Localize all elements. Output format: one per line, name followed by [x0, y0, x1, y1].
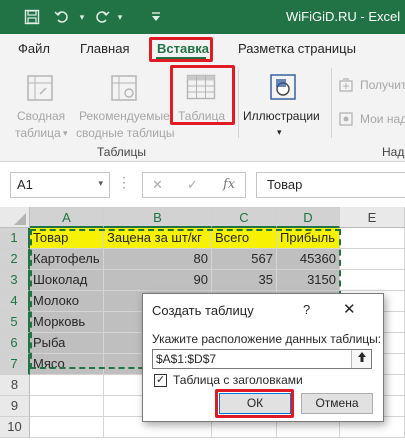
cell-d2[interactable]: 45360	[277, 249, 340, 270]
pivot-label-1: Сводная	[17, 109, 66, 123]
cell-c3[interactable]: 35	[212, 270, 277, 291]
row-header-3[interactable]: 3	[0, 270, 30, 291]
dialog-prompt: Укажите расположение данных таблицы:	[152, 332, 382, 346]
select-all-corner[interactable]	[0, 207, 30, 228]
recommended-pivot-icon	[110, 74, 138, 105]
name-box-dropdown-icon[interactable]: ▾	[98, 178, 103, 189]
my-addins-button[interactable]: Мои над	[338, 110, 405, 130]
cell-b3[interactable]: 90	[104, 270, 212, 291]
dialog-title: Создать таблицу	[152, 303, 254, 318]
dialog-close-icon[interactable]: ✕	[343, 300, 356, 318]
cell-b2[interactable]: 80	[104, 249, 212, 270]
window-title: WiFiGiD.RU - Excel	[286, 9, 401, 24]
create-table-dialog: Создать таблицу ? ✕ Укажите расположение…	[142, 293, 384, 422]
cell-b1[interactable]: Зацена за шт/кг	[104, 228, 212, 249]
cell-c2[interactable]: 567	[212, 249, 277, 270]
column-header-c[interactable]: C	[212, 207, 277, 228]
cell-d1[interactable]: Прибыль	[277, 228, 340, 249]
ribbon-insert: Сводная таблица ▾ Рекомендуемые сводные …	[0, 62, 405, 162]
cell-a9[interactable]	[30, 396, 104, 417]
illustrations-dropdown-icon: ▾	[277, 127, 282, 137]
cancel-button[interactable]: Отмена	[301, 393, 373, 414]
cell-a1[interactable]: Товар	[30, 228, 104, 249]
highlight-table-button	[170, 65, 235, 125]
dialog-help-icon[interactable]: ?	[303, 302, 310, 317]
redo-dropdown-icon[interactable]: ▾	[110, 7, 130, 27]
row-header-4[interactable]: 4	[0, 291, 30, 312]
cancel-formula-icon[interactable]: ✕	[152, 177, 163, 193]
enter-formula-icon[interactable]: ✓	[187, 177, 198, 193]
group-label-tables: Таблицы	[97, 145, 147, 159]
illustrations-label: Иллюстрации	[243, 109, 320, 123]
pivot-table-button[interactable]: Сводная таблица ▾	[8, 68, 70, 140]
cell-e2[interactable]	[340, 249, 405, 270]
headers-checkbox[interactable]: ✓	[154, 374, 167, 387]
save-icon[interactable]	[22, 7, 42, 27]
pivot-label-2: таблица	[15, 126, 61, 140]
row-header-5[interactable]: 5	[0, 312, 30, 333]
table-range-value: $A$1:$D$7	[156, 352, 217, 366]
row-header-6[interactable]: 6	[0, 333, 30, 354]
recommended-label-1: Рекомендуемые	[79, 109, 170, 123]
column-header-d[interactable]: D	[277, 207, 340, 228]
name-box[interactable]: A1 ▾	[10, 172, 110, 198]
formula-bar: A1 ▾ ⋮ ✕ ✓ fx Товар	[0, 163, 405, 207]
cell-e3[interactable]	[340, 270, 405, 291]
cell-c1[interactable]: Всего	[212, 228, 277, 249]
my-addins-label: Мои над	[360, 112, 405, 126]
illustrations-button[interactable]: Иллюстрации ▾	[240, 68, 326, 138]
collapse-dialog-icon[interactable]	[351, 350, 371, 368]
cell-a4[interactable]: Молоко	[30, 291, 104, 312]
undo-icon[interactable]	[52, 7, 72, 27]
insert-function-icon[interactable]: fx	[223, 177, 235, 192]
row-header-7[interactable]: 7	[0, 354, 30, 375]
tab-page-layout[interactable]: Разметка страницы	[238, 41, 356, 56]
table-range-input[interactable]: $A$1:$D$7	[152, 349, 372, 369]
cell-a8[interactable]	[30, 375, 104, 396]
my-addins-icon	[338, 111, 354, 130]
undo-dropdown-icon[interactable]: ▾	[72, 7, 92, 27]
tab-home[interactable]: Главная	[80, 41, 129, 56]
recommended-label-2: сводные таблицы	[76, 126, 175, 140]
column-header-e[interactable]: E	[340, 207, 405, 228]
cell-a5[interactable]: Морковь	[30, 312, 104, 333]
row-header-1[interactable]: 1	[0, 228, 30, 249]
headers-checkbox-label[interactable]: Таблица с заголовками	[173, 373, 303, 387]
column-header-a[interactable]: A	[30, 207, 104, 228]
formula-input[interactable]: Товар	[256, 172, 405, 198]
illustrations-icon	[268, 72, 298, 105]
title-bar: ▾ ▾ WiFiGiD.RU - Excel	[0, 0, 405, 34]
formula-bar-grip-icon[interactable]: ⋮	[117, 175, 131, 189]
customize-qat-icon[interactable]	[146, 7, 166, 27]
highlight-ok-button	[215, 389, 294, 418]
get-addins-button[interactable]: Получит	[338, 76, 405, 96]
get-addins-label: Получит	[360, 78, 405, 92]
name-box-value: A1	[17, 177, 33, 192]
ribbon-separator-2	[331, 68, 332, 138]
cell-d3[interactable]: 3150	[277, 270, 340, 291]
row-header-8[interactable]: 8	[0, 375, 30, 396]
ribbon-separator	[238, 68, 239, 138]
pivot-table-icon	[26, 74, 54, 105]
formula-buttons: ✕ ✓ fx	[142, 172, 246, 198]
row-header-10[interactable]: 10	[0, 417, 30, 438]
pivot-dropdown-icon: ▾	[63, 128, 68, 138]
highlight-insert-tab	[149, 37, 213, 62]
cell-a3[interactable]: Шоколад	[30, 270, 104, 291]
cell-a2[interactable]: Картофель	[30, 249, 104, 270]
store-icon	[338, 77, 354, 96]
column-header-b[interactable]: B	[104, 207, 212, 228]
row-header-9[interactable]: 9	[0, 396, 30, 417]
group-label-addins: Надс	[382, 145, 405, 159]
redo-icon[interactable]	[92, 7, 112, 27]
cell-a6[interactable]: Рыба	[30, 333, 104, 354]
cell-a10[interactable]	[30, 417, 104, 438]
tab-file[interactable]: Файл	[18, 41, 50, 56]
recommended-pivot-button[interactable]: Рекомендуемые сводные таблицы	[76, 68, 175, 140]
cell-e1[interactable]	[340, 228, 405, 249]
cell-a7[interactable]: Мясо	[30, 354, 104, 375]
row-header-2[interactable]: 2	[0, 249, 30, 270]
